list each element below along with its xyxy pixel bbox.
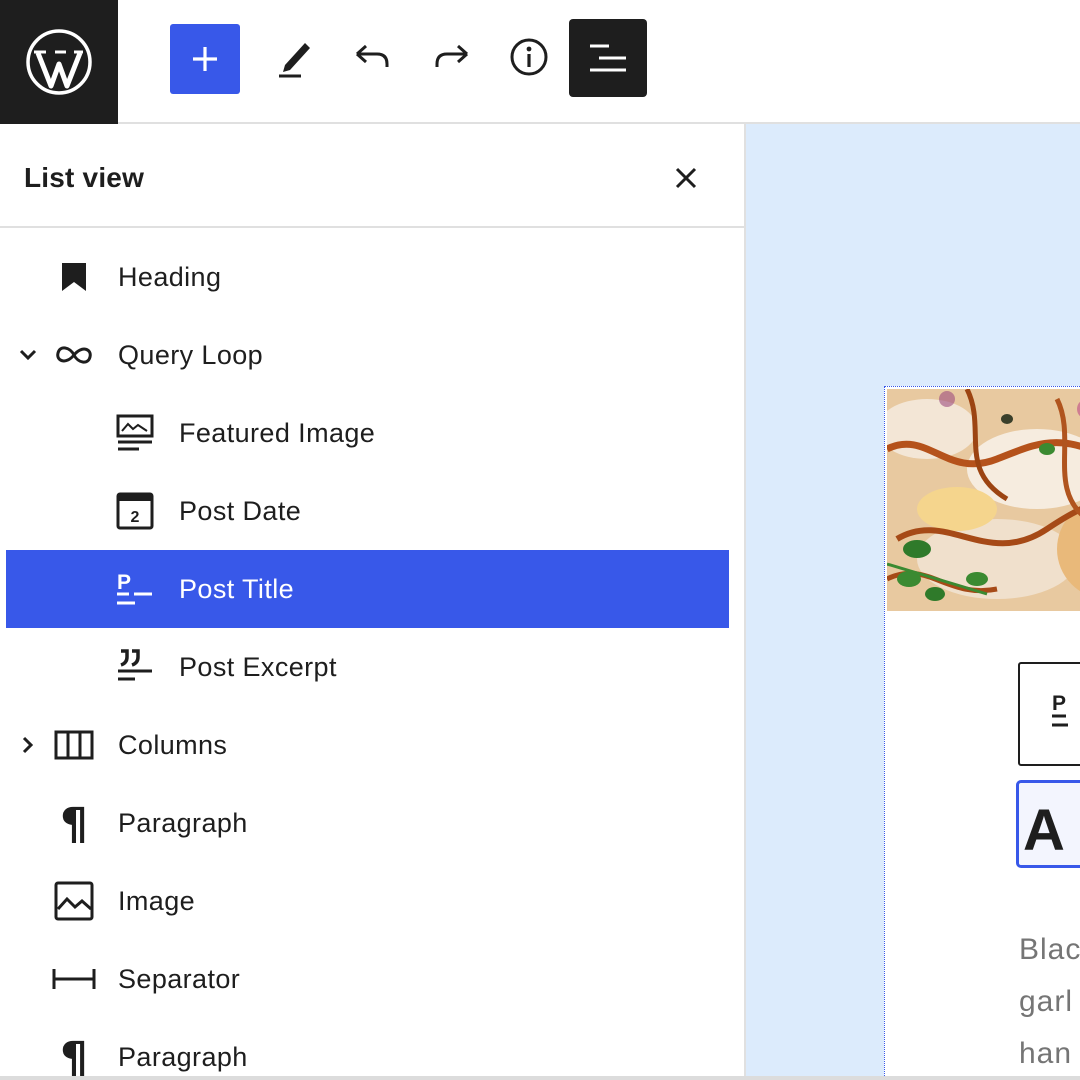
list-view-button[interactable] [569,19,647,97]
post-title-icon-letter: P [117,571,131,594]
list-item-label: Paragraph [118,1041,248,1072]
list-item-image[interactable]: Image [6,862,729,940]
featured-image-icon [113,411,157,455]
image-icon [52,879,96,923]
list-item-post-excerpt[interactable]: Post Excerpt [6,628,729,706]
post-excerpt-icon [113,645,157,689]
columns-icon [52,723,96,767]
redo-button[interactable] [416,20,486,94]
info-icon [510,38,548,76]
list-view-header: List view [0,124,744,228]
list-view-panel: List view Heading Query Loop Featured Im… [0,124,746,1080]
list-item-label: Image [118,885,196,916]
block-toolbar-icon-letter: P [1052,692,1066,715]
paragraph-icon: ¶ [52,1035,96,1079]
list-item-label: Featured Image [179,417,376,448]
list-item-query-loop[interactable]: Query Loop [6,316,729,394]
paragraph-icon: ¶ [52,801,96,845]
list-item-label: Heading [118,261,222,292]
list-item-columns[interactable]: Columns [6,706,729,784]
details-button[interactable] [494,20,564,94]
close-icon [675,167,697,189]
editor-canvas[interactable]: P A Blac garl han [746,124,1080,1080]
calendar-icon: 2 [113,489,157,533]
wordpress-logo-icon [26,29,92,95]
post-title-block[interactable]: A [1016,780,1080,868]
window-bottom-edge [0,1076,1080,1080]
list-item-label: Paragraph [118,807,248,838]
close-list-view-button[interactable] [666,158,706,198]
excerpt-line: han [1019,1037,1073,1070]
list-item-label: Separator [118,963,241,994]
chevron-right-icon[interactable] [16,733,40,757]
block-toolbar[interactable]: P [1018,662,1080,766]
pilcrow-glyph: ¶ [60,803,88,843]
wordpress-logo-button[interactable] [0,0,118,124]
post-title-icon: P [1052,692,1068,727]
list-item-paragraph[interactable]: ¶ Paragraph [6,1018,729,1080]
list-item-label: Columns [118,729,228,760]
editor-toolbar [0,0,1080,124]
chevron-down-icon[interactable] [16,343,40,367]
post-title-icon: P [113,567,157,611]
list-item-label: Post Date [179,495,302,526]
list-view-icon [590,44,626,72]
redo-icon [435,44,468,67]
pencil-icon [279,43,310,78]
post-title-text[interactable]: A [1023,797,1065,864]
featured-image[interactable] [887,389,1080,611]
calendar-day-text: 2 [131,509,140,526]
list-item-post-date[interactable]: 2 Post Date [6,472,729,550]
list-item-post-title[interactable]: P Post Title [6,550,729,628]
list-item-heading[interactable]: Heading [6,238,729,316]
separator-icon [52,957,96,1001]
list-item-separator[interactable]: Separator [6,940,729,1018]
list-view-title: List view [24,162,145,193]
tools-button[interactable] [260,20,330,94]
bookmark-icon [52,255,96,299]
pilcrow-glyph: ¶ [60,1037,88,1077]
loop-icon [52,333,96,377]
food-photo-image [887,389,1080,611]
list-item-label: Post Excerpt [179,651,337,682]
list-item-featured-image[interactable]: Featured Image [6,394,729,472]
list-item-label: Post Title [179,573,295,604]
excerpt-line: Blac [1019,933,1080,966]
plus-icon [193,47,217,71]
post-excerpt-block[interactable]: Blac garl han [1019,924,1080,1080]
undo-icon [356,44,389,67]
excerpt-line: garl [1019,985,1074,1018]
undo-button[interactable] [338,20,408,94]
list-item-paragraph[interactable]: ¶ Paragraph [6,784,729,862]
list-item-label: Query Loop [118,339,264,370]
add-block-button[interactable] [170,24,240,94]
